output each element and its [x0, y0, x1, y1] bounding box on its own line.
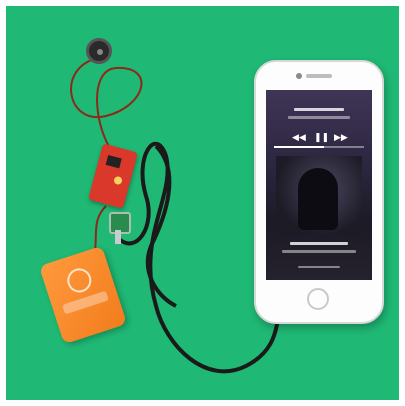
lyric-line-2 — [282, 250, 356, 253]
song-title-line — [294, 108, 344, 111]
battery-label — [62, 290, 109, 315]
next-track-icon[interactable]: ▶▶ — [334, 132, 348, 144]
front-camera — [296, 73, 302, 79]
smartphone: ◀◀ ❚❚ ▶▶ — [254, 60, 384, 324]
piezo-sensor — [86, 38, 112, 64]
artist-silhouette — [298, 168, 338, 230]
album-art — [276, 156, 362, 236]
playback-progress-bar[interactable] — [274, 146, 364, 148]
capacitor — [113, 175, 123, 186]
playback-progress-fill — [274, 146, 324, 148]
playback-controls: ◀◀ ❚❚ ▶▶ — [266, 132, 372, 146]
earpiece-speaker — [306, 74, 332, 78]
brand-logo-icon — [64, 265, 95, 296]
previous-track-icon[interactable]: ◀◀ — [292, 132, 306, 144]
lyric-line-3 — [298, 266, 340, 268]
volume-knob-stem — [115, 230, 121, 244]
pause-icon[interactable]: ❚❚ — [314, 132, 329, 144]
song-artist-line — [288, 116, 350, 119]
sensor-center — [97, 49, 103, 55]
lyric-line-1 — [290, 242, 348, 245]
home-button[interactable] — [307, 288, 329, 310]
music-player-screen: ◀◀ ❚❚ ▶▶ — [266, 90, 372, 280]
amplifier-chip — [105, 155, 122, 169]
